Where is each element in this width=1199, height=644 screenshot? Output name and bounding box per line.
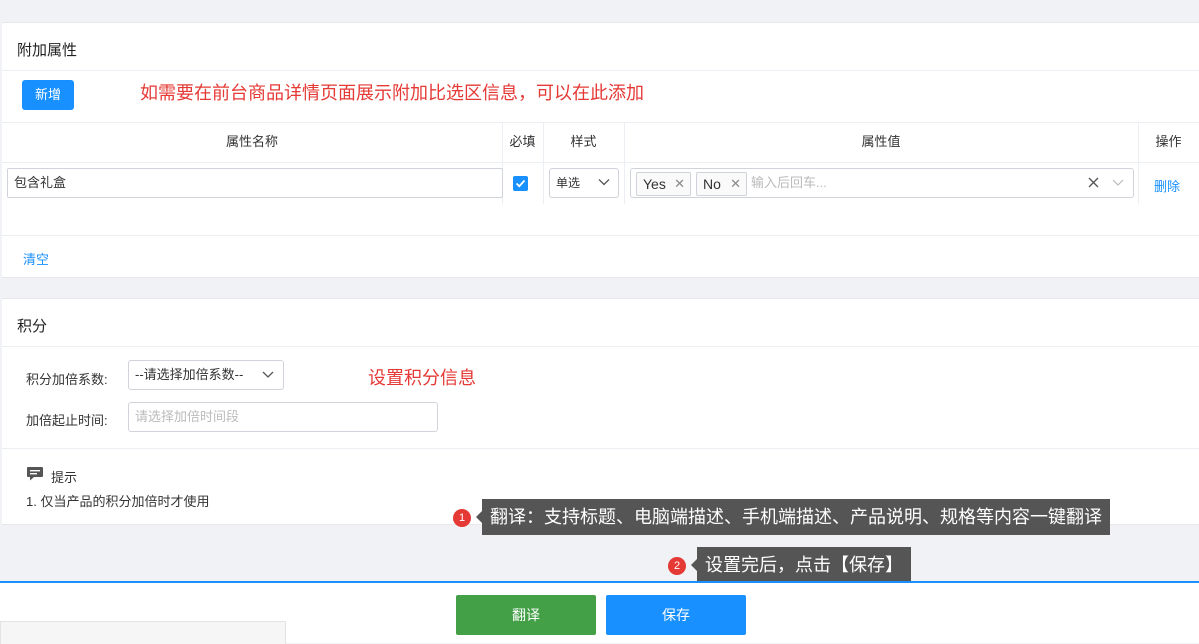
col-header-name: 属性名称 xyxy=(225,134,278,149)
translate-callout: 翻译：支持标题、电脑端描述、手机端描述、产品说明、规格等内容一键翻译 xyxy=(476,499,1110,535)
time-range-placeholder: 请选择加倍时间段 xyxy=(135,409,240,424)
translate-callout-text: 翻译：支持标题、电脑端描述、手机端描述、产品说明、规格等内容一键翻译 xyxy=(490,507,1102,527)
extra-attributes-title: 附加属性 xyxy=(17,42,78,59)
panel-divider xyxy=(2,448,1199,449)
footer-bar: 翻译 保存 xyxy=(0,583,1199,644)
points-annotation: 设置积分信息 xyxy=(368,368,476,388)
ratio-label: 积分加倍系数: xyxy=(26,372,108,387)
save-callout: 设置完后，点击【保存】 xyxy=(691,547,911,583)
panel-divider xyxy=(2,346,1199,347)
panel-divider xyxy=(2,70,1199,71)
extra-attributes-panel: 附加属性 新增 如需要在前台商品详情页面展示附加比选区信息，可以在此添加 属性名… xyxy=(2,22,1199,278)
value-tag: Yes ✕ xyxy=(636,172,691,196)
add-attribute-button[interactable]: 新增 xyxy=(22,80,74,110)
col-separator xyxy=(543,122,544,204)
points-panel: 积分 积分加倍系数: --请选择加倍系数-- 设置积分信息 加倍起止时间: 请选… xyxy=(2,298,1199,525)
attribute-name-input[interactable]: 包含礼盒 xyxy=(7,168,503,198)
value-tag: No ✕ xyxy=(696,172,747,196)
delete-row-link[interactable]: 删除 xyxy=(1154,176,1180,195)
chevron-down-icon xyxy=(598,179,610,186)
save-callout-text: 设置完后，点击【保存】 xyxy=(705,555,903,575)
attribute-values-input[interactable]: Yes ✕ No ✕ 输入后回车... xyxy=(630,168,1134,198)
time-range-input[interactable]: 请选择加倍时间段 xyxy=(128,402,438,432)
col-header-required: 必填 xyxy=(509,134,536,149)
chevron-down-icon xyxy=(262,371,274,378)
col-separator xyxy=(1138,122,1139,204)
ratio-select[interactable]: --请选择加倍系数-- xyxy=(128,360,284,390)
extra-attributes-annotation: 如需要在前台商品详情页面展示附加比选区信息，可以在此添加 xyxy=(140,83,644,103)
style-select-value: 单选 xyxy=(556,176,581,190)
col-header-style: 样式 xyxy=(570,134,597,149)
clear-icon[interactable] xyxy=(1087,176,1100,189)
footer-tab xyxy=(0,621,286,644)
tag-remove-icon[interactable]: ✕ xyxy=(730,173,741,195)
required-checkbox[interactable] xyxy=(513,176,528,191)
attribute-values-placeholder: 输入后回车... xyxy=(751,175,827,190)
clear-all-link[interactable]: 清空 xyxy=(23,249,49,268)
points-title: 积分 xyxy=(17,318,48,335)
col-header-values: 属性值 xyxy=(861,134,901,149)
value-tag-label: No xyxy=(703,176,721,192)
table-row-border xyxy=(2,235,1199,236)
table-header-border xyxy=(2,162,1199,163)
tag-remove-icon[interactable]: ✕ xyxy=(674,173,685,195)
callout-number-badge: 1 xyxy=(453,509,471,527)
callout-number-badge: 2 xyxy=(668,557,686,575)
style-select[interactable]: 单选 xyxy=(549,168,619,198)
chevron-down-icon xyxy=(1112,179,1124,186)
col-separator xyxy=(624,122,625,204)
save-button[interactable]: 保存 xyxy=(606,595,746,635)
tip-title: 提示 xyxy=(51,470,78,485)
message-icon xyxy=(27,467,43,481)
check-icon xyxy=(515,179,526,188)
time-range-label: 加倍起止时间: xyxy=(26,413,108,428)
ratio-select-value: --请选择加倍系数-- xyxy=(135,367,244,382)
value-tag-label: Yes xyxy=(643,176,666,192)
col-header-actions: 操作 xyxy=(1155,134,1182,149)
translate-button[interactable]: 翻译 xyxy=(456,595,596,635)
tip-text: 1. 仅当产品的积分加倍时才使用 xyxy=(26,494,210,509)
